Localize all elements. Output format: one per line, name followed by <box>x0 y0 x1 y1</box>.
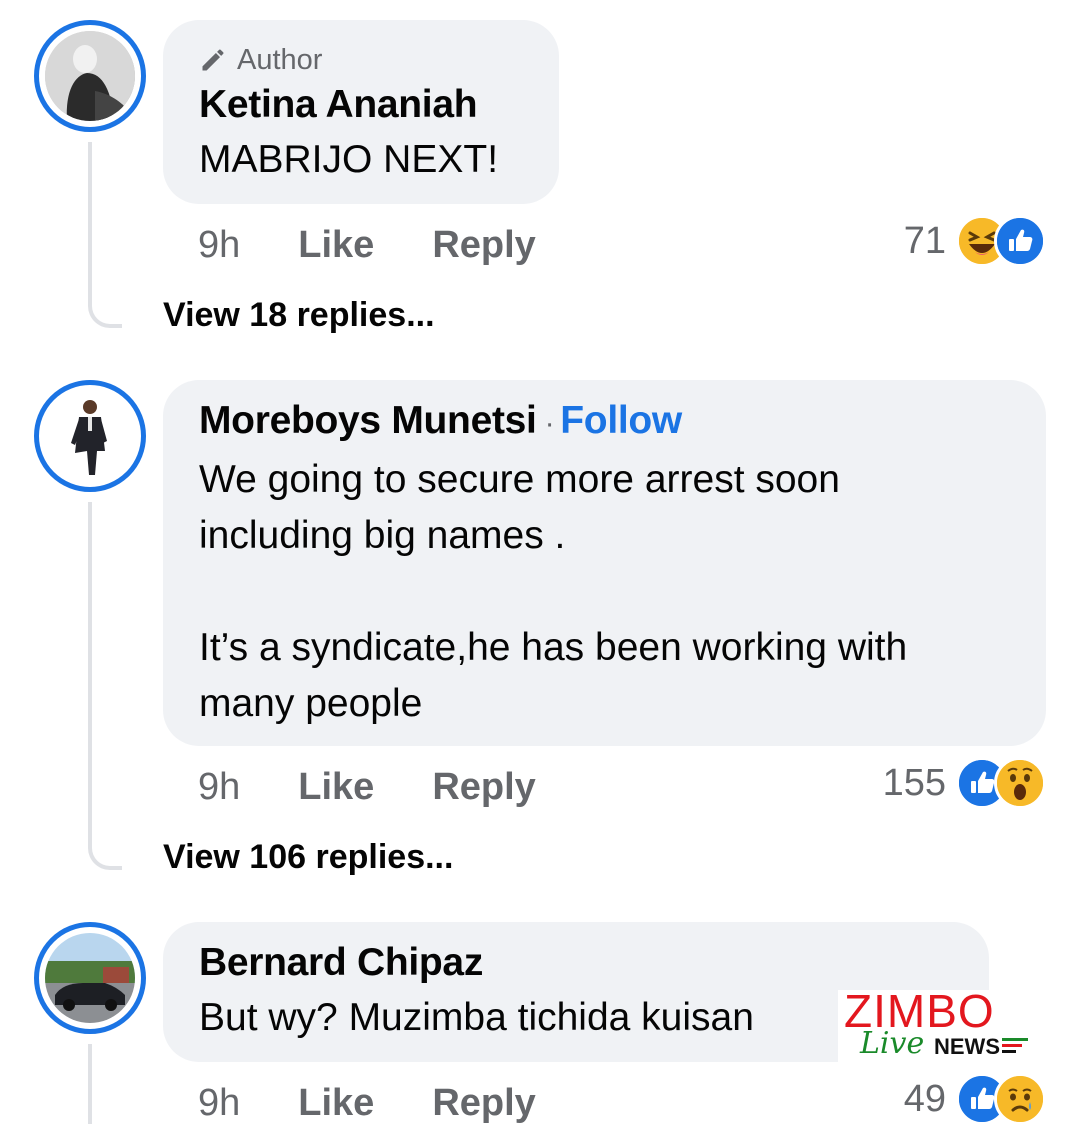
comment-actions: 9h Like Reply <box>198 762 594 812</box>
author-label: Author <box>237 43 323 76</box>
follow-button[interactable]: Follow <box>560 399 682 442</box>
reply-thread-line <box>88 142 122 328</box>
avatar[interactable] <box>34 380 146 492</box>
comment-time[interactable]: 9h <box>198 766 240 809</box>
reaction-count: 155 <box>882 761 946 804</box>
comment-actions: 9h Like Reply <box>198 1078 594 1128</box>
comment-actions: 9h Like Reply <box>198 220 594 270</box>
reply-thread-line <box>88 1044 92 1124</box>
logo-news-text: NEWS <box>934 1034 1000 1059</box>
commenter-name[interactable]: Moreboys Munetsi <box>199 399 537 442</box>
commenter-name[interactable]: Bernard Chipaz <box>199 940 953 986</box>
commenter-name[interactable]: Ketina Ananiah <box>199 82 523 128</box>
like-button[interactable]: Like <box>298 1082 374 1125</box>
reply-button[interactable]: Reply <box>432 224 535 267</box>
like-button[interactable]: Like <box>298 766 374 809</box>
reaction-summary[interactable]: 71 <box>903 215 1046 267</box>
avatar[interactable] <box>34 922 146 1034</box>
comment-text: MABRIJO NEXT! <box>199 138 499 181</box>
wow-icon <box>994 757 1046 809</box>
like-button[interactable]: Like <box>298 224 374 267</box>
reply-button[interactable]: Reply <box>432 766 535 809</box>
comment-time[interactable]: 9h <box>198 1082 240 1125</box>
reply-button[interactable]: Reply <box>432 1082 535 1125</box>
zimbo-live-news-logo: ZIMBO Live NEWS <box>838 985 1034 1062</box>
view-replies-link[interactable]: View 106 replies... <box>163 838 453 877</box>
logo-live-text: Live <box>860 1026 925 1061</box>
reaction-summary[interactable]: 155 <box>882 757 1046 809</box>
reaction-summary[interactable]: 49 <box>903 1073 1046 1125</box>
avatar[interactable] <box>34 20 146 132</box>
commenter-header: Moreboys Munetsi · Follow <box>199 398 1010 447</box>
logo-flag-stripes <box>1002 1038 1028 1053</box>
comment-bubble: Moreboys Munetsi · Follow We going to secu… <box>163 380 1046 746</box>
reaction-count: 49 <box>903 1077 946 1120</box>
comment-bubble: Author Ketina Ananiah MABRIJO NEXT! <box>163 20 559 204</box>
like-icon <box>994 215 1046 267</box>
author-badge: Author <box>199 40 523 80</box>
view-replies-link[interactable]: View 18 replies... <box>163 296 435 335</box>
reply-thread-line <box>88 502 122 870</box>
sad-icon <box>994 1073 1046 1125</box>
separator-dot: · <box>544 407 555 440</box>
comment-text: We going to secure more arrest soon incl… <box>199 458 908 725</box>
reaction-count: 71 <box>903 219 946 262</box>
comment-time[interactable]: 9h <box>198 224 240 267</box>
pencil-icon <box>202 49 224 71</box>
